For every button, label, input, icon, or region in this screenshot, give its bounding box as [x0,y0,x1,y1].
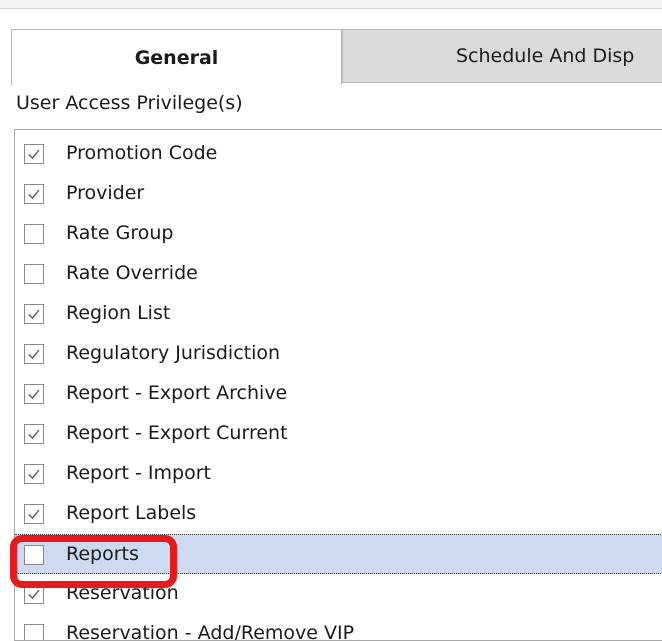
list-item-label: Report - Export Current [66,422,288,444]
list-item[interactable]: Report - Export Archive [15,374,662,414]
list-item[interactable]: Rate Group [15,214,662,254]
list-item[interactable]: Region List [15,294,662,334]
list-item-label: Provider [66,182,145,204]
list-item-label: Promotion Code [66,142,218,164]
checkbox-checked[interactable] [24,304,44,324]
checkbox-checked[interactable] [24,504,44,524]
annotation-highlight [10,535,177,588]
list-item-label: Regulatory Jurisdiction [66,342,281,364]
tab-general[interactable]: General [11,29,342,85]
list-item-label: Report - Import [66,462,211,484]
list-item[interactable]: Regulatory Jurisdiction [15,334,662,374]
checkbox-unchecked[interactable] [24,624,44,640]
list-item[interactable]: Report Labels [15,494,662,534]
checkbox-unchecked[interactable] [24,264,44,284]
list-item-label: Region List [66,302,171,324]
checkbox-checked[interactable] [24,184,44,204]
list-item[interactable]: Provider [15,174,662,214]
section-label: User Access Privilege(s) [16,92,243,114]
checkbox-checked[interactable] [24,144,44,164]
top-edge [0,0,662,9]
list-item-label: Rate Override [66,262,198,284]
tab-bar: General Schedule And Disp [0,29,662,85]
checkbox-checked[interactable] [24,344,44,364]
list-item[interactable]: Reservation - Add/Remove VIP [15,614,662,640]
list-item[interactable]: Rate Override [15,254,662,294]
checkbox-checked[interactable] [24,464,44,484]
list-item[interactable]: Report - Import [15,454,662,494]
tab-schedule-and-display[interactable]: Schedule And Disp [342,29,662,83]
list-item-label: Rate Group [66,222,174,244]
list-item-label: Report - Export Archive [66,382,288,404]
tab-schedule-label: Schedule And Disp [456,45,635,67]
checkbox-checked[interactable] [24,424,44,444]
list-item-label: Report Labels [66,502,197,524]
tab-general-label: General [134,46,219,69]
checkbox-checked[interactable] [24,384,44,404]
list-item[interactable]: Promotion Code [15,134,662,174]
list-item[interactable]: Report - Export Current [15,414,662,454]
checkbox-unchecked[interactable] [24,224,44,244]
